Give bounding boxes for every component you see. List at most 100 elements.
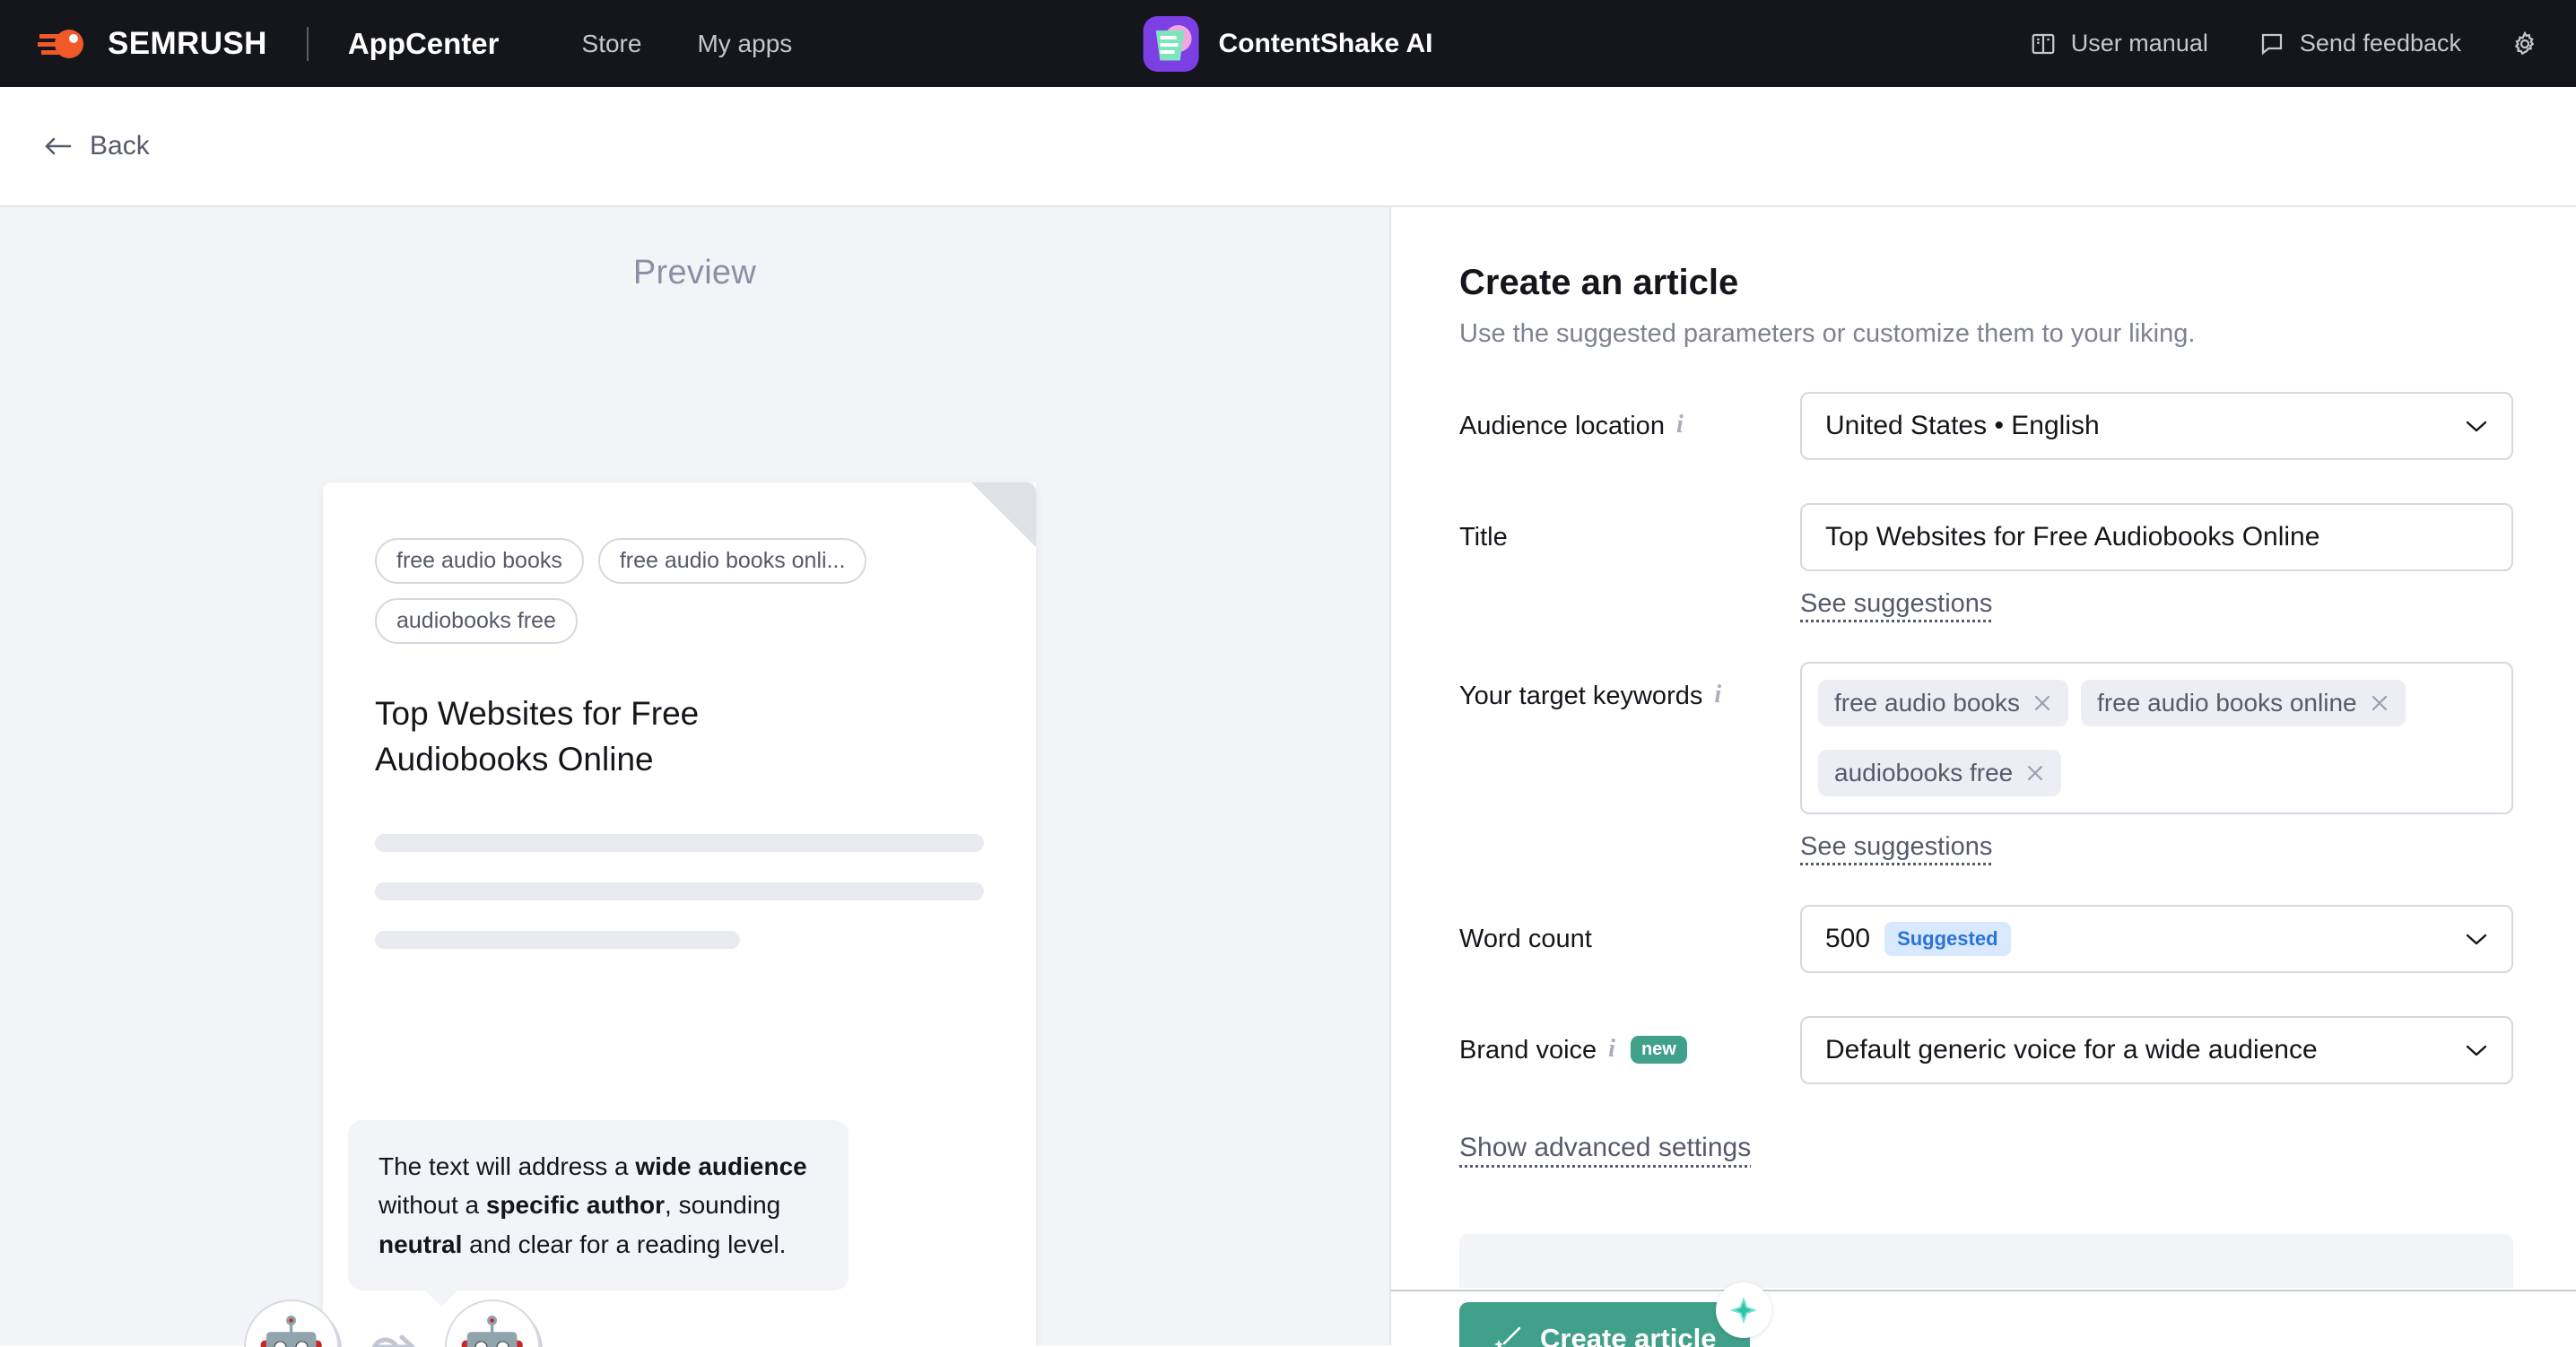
title-label: Title xyxy=(1459,503,1800,619)
back-label: Back xyxy=(90,131,150,161)
create-article-button[interactable]: Create article xyxy=(1459,1302,1751,1347)
arrow-right-icon xyxy=(371,1334,415,1347)
top-navigation-bar: SEMRUSH AppCenter Store My apps ContentS… xyxy=(0,0,2576,87)
keyword-tag-label: free audio books online xyxy=(2097,689,2357,717)
brand-divider xyxy=(306,26,309,61)
keywords-label-text: Your target keywords xyxy=(1459,682,1703,710)
title-value: Top Websites for Free Audiobooks Online xyxy=(1825,522,2320,552)
tooltip-text-part1: The text will address a xyxy=(379,1152,636,1180)
preview-article-title: Top Websites for Free Audiobooks Online xyxy=(375,695,700,778)
tooltip-text-part2: without a xyxy=(379,1191,486,1220)
create-article-label: Create article xyxy=(1540,1323,1717,1347)
user-manual-label: User manual xyxy=(2070,30,2208,56)
field-row-audience-location: Audience location i United States • Engl… xyxy=(1459,392,2513,460)
app-title: ContentShake AI xyxy=(1218,28,1433,58)
word-count-value: 500 xyxy=(1825,924,1871,953)
chevron-down-icon xyxy=(2466,934,2487,945)
word-count-select[interactable]: 500 Suggested xyxy=(1800,905,2513,973)
preview-keyword-chip: free audio books xyxy=(375,538,584,584)
info-icon[interactable]: i xyxy=(1676,412,1684,439)
show-advanced-settings-link[interactable]: Show advanced settings xyxy=(1459,1133,1751,1163)
preview-keyword-chip: free audio books onli... xyxy=(597,538,867,584)
scroll-hint-strip xyxy=(1459,1234,2513,1288)
audience-location-value: United States • English xyxy=(1825,411,2100,440)
tone-description-tooltip: The text will address a wide audience wi… xyxy=(348,1120,849,1308)
chevron-down-icon xyxy=(2466,421,2487,432)
close-icon[interactable] xyxy=(2025,763,2045,783)
title-input[interactable]: Top Websites for Free Audiobooks Online xyxy=(1800,503,2513,571)
field-row-brand-voice: Brand voice i new Default generic voice … xyxy=(1459,1016,2513,1084)
keyword-tag: audiobooks free xyxy=(1818,750,2062,796)
audience-location-select[interactable]: United States • English xyxy=(1800,392,2513,460)
chevron-down-icon xyxy=(2466,1045,2487,1056)
word-count-label-text: Word count xyxy=(1459,925,1592,953)
preview-keyword-chip: audiobooks free xyxy=(375,598,578,644)
contentshake-app-icon xyxy=(1143,15,1199,72)
preview-keyword-chips: free audio books free audio books onli..… xyxy=(375,538,984,644)
folded-corner xyxy=(971,482,1036,547)
primary-nav: Store My apps xyxy=(582,30,793,58)
preview-heading: Preview xyxy=(632,254,757,291)
sparkle-badge xyxy=(1716,1282,1772,1338)
back-bar: Back xyxy=(0,87,2576,207)
close-icon[interactable] xyxy=(2370,693,2389,713)
close-icon[interactable] xyxy=(2032,693,2052,713)
brand-voice-label: Brand voice i new xyxy=(1459,1016,1800,1084)
info-icon[interactable]: i xyxy=(1714,682,1721,708)
semrush-wordmark: SEMRUSH xyxy=(108,25,267,61)
brand-voice-label-text: Brand voice xyxy=(1459,1036,1597,1065)
keyword-tag-label: audiobooks free xyxy=(1834,759,2014,786)
field-row-title: Title Top Websites for Free Audiobooks O… xyxy=(1459,503,2513,619)
nav-item-my-apps[interactable]: My apps xyxy=(697,30,792,58)
brand-voice-select[interactable]: Default generic voice for a wide audienc… xyxy=(1800,1016,2513,1084)
brand-voice-value: Default generic voice for a wide audienc… xyxy=(1825,1035,2318,1065)
audience-location-label: Audience location i xyxy=(1459,392,1800,460)
field-row-keywords: Your target keywords i free audio books … xyxy=(1459,662,2513,862)
info-icon[interactable]: i xyxy=(1608,1036,1615,1063)
keywords-label: Your target keywords i xyxy=(1459,662,1800,862)
robot-avatar-left: 🤖 xyxy=(244,1299,339,1347)
user-manual-link[interactable]: User manual xyxy=(2030,30,2208,57)
tooltip-bold-neutral: neutral xyxy=(379,1230,463,1258)
keywords-input[interactable]: free audio books free audio books online… xyxy=(1800,662,2513,814)
tooltip-bold-author: specific author xyxy=(485,1191,666,1220)
gear-icon[interactable] xyxy=(2511,30,2538,57)
robot-avatar-right: 🤖 xyxy=(445,1299,540,1347)
semrush-comet-logo-icon xyxy=(38,29,83,58)
semrush-brand[interactable]: SEMRUSH AppCenter xyxy=(38,26,500,62)
back-button[interactable]: Back xyxy=(43,131,150,161)
footer-bar: Create article xyxy=(1391,1282,2576,1347)
audience-location-label-text: Audience location xyxy=(1459,412,1665,440)
suggested-badge: Suggested xyxy=(1884,922,2011,956)
current-app-indicator: ContentShake AI xyxy=(1143,15,1433,72)
create-article-wrap: Create article xyxy=(1459,1282,1772,1347)
new-badge: new xyxy=(1630,1036,1687,1064)
keyword-tag: free audio books xyxy=(1818,680,2069,726)
title-label-text: Title xyxy=(1459,523,1508,552)
page-subtitle: Use the suggested parameters or customiz… xyxy=(1459,319,2196,348)
create-article-pane: Create an article Use the suggested para… xyxy=(1391,207,2576,1347)
tooltip-text-part4: and clear for a reading level. xyxy=(462,1230,787,1258)
title-see-suggestions-link[interactable]: See suggestions xyxy=(1800,589,1992,619)
word-count-label: Word count xyxy=(1459,905,1800,973)
field-row-word-count: Word count 500 Suggested xyxy=(1459,905,2513,973)
arrow-left-icon xyxy=(45,137,72,155)
send-feedback-label: Send feedback xyxy=(2299,30,2461,56)
book-icon xyxy=(2032,33,2055,54)
form-body: Create an article Use the suggested para… xyxy=(1391,207,2576,1345)
keyword-tag: free audio books online xyxy=(2081,680,2406,726)
page-title: Create an article xyxy=(1459,263,1739,302)
top-right-actions: User manual Send feedback xyxy=(2030,30,2538,57)
send-feedback-link[interactable]: Send feedback xyxy=(2258,30,2461,57)
nav-item-store[interactable]: Store xyxy=(582,30,642,58)
magic-wand-icon xyxy=(1494,1326,1521,1347)
keywords-see-suggestions-link[interactable]: See suggestions xyxy=(1800,832,1992,862)
speech-bubble-icon xyxy=(2261,33,2282,55)
appcenter-label: AppCenter xyxy=(347,26,500,60)
content-skeleton xyxy=(375,834,984,950)
tooltip-text-part3: , sounding xyxy=(665,1191,781,1220)
sparkle-icon xyxy=(1730,1297,1758,1324)
main-content: Preview free audio books free audio book… xyxy=(0,207,2576,1347)
keyword-tag-label: free audio books xyxy=(1834,689,2021,717)
tooltip-bold-audience: wide audience xyxy=(635,1152,807,1180)
